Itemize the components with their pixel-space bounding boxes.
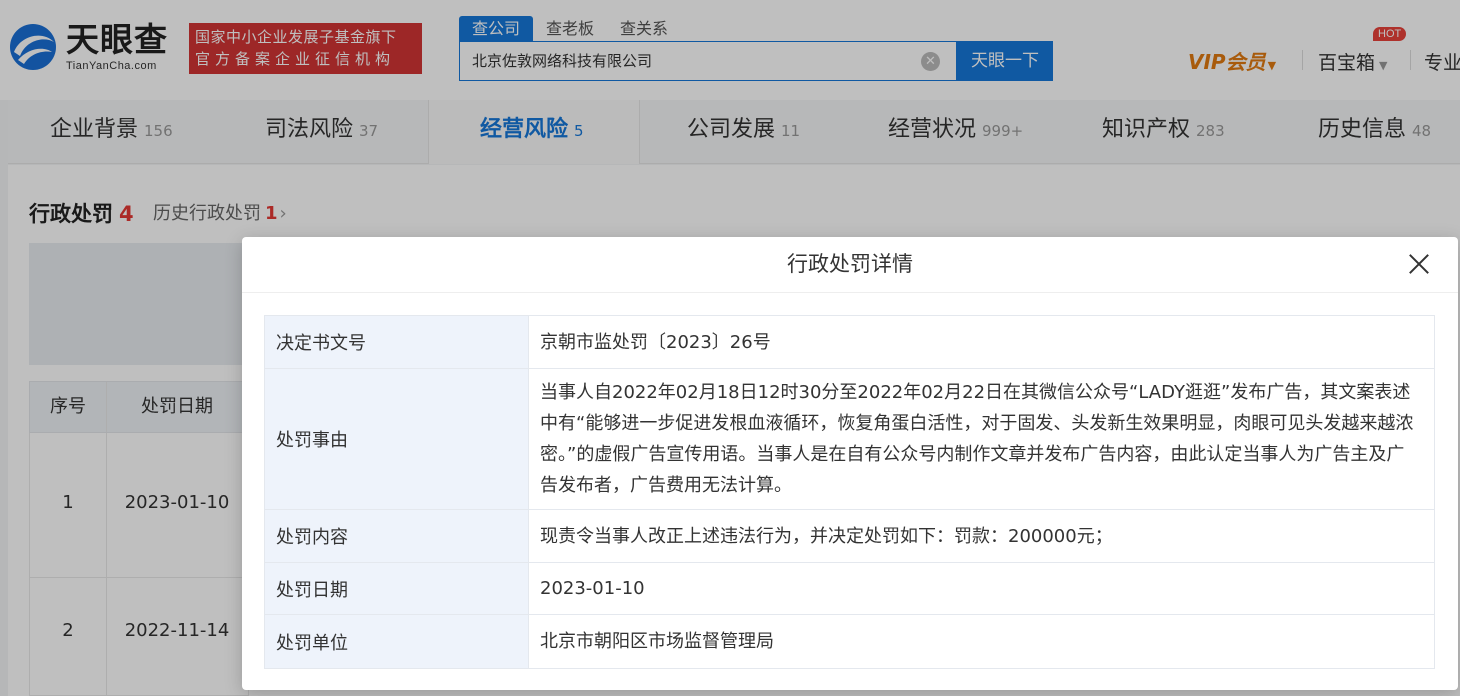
detail-row: 处罚日期 2023-01-10 (265, 563, 1434, 615)
detail-value: 现责令当事人改正上述违法行为，并决定处罚如下：罚款：200000元； (540, 525, 1113, 547)
close-icon[interactable] (1408, 253, 1430, 275)
detail-row: 处罚事由 当事人自2022年02月18日12时30分至2022年02月22日在其… (265, 369, 1434, 510)
detail-row: 处罚内容 现责令当事人改正上述违法行为，并决定处罚如下：罚款：200000元； (265, 510, 1434, 563)
detail-label: 决定书文号 (265, 316, 529, 368)
detail-row: 处罚单位 北京市朝阳区市场监督管理局 (265, 615, 1434, 668)
detail-value: 当事人自2022年02月18日12时30分至2022年02月22日在其微信公众号… (540, 382, 1414, 496)
detail-label: 处罚事由 (265, 369, 529, 509)
detail-label: 处罚内容 (265, 510, 529, 562)
detail-value: 京朝市监处罚〔2023〕26号 (540, 331, 771, 353)
detail-label: 处罚单位 (265, 615, 529, 668)
detail-row: 决定书文号 京朝市监处罚〔2023〕26号 (265, 316, 1434, 369)
detail-label: 处罚日期 (265, 563, 529, 614)
modal-title: 行政处罚详情 (242, 237, 1458, 293)
detail-value: 2023-01-10 (540, 578, 645, 599)
detail-table: 决定书文号 京朝市监处罚〔2023〕26号 处罚事由 当事人自2022年02月1… (264, 315, 1435, 669)
detail-value: 北京市朝阳区市场监督管理局 (540, 631, 774, 652)
penalty-detail-modal: 行政处罚详情 决定书文号 京朝市监处罚〔2023〕26号 处罚事由 当事人自20… (242, 237, 1458, 690)
